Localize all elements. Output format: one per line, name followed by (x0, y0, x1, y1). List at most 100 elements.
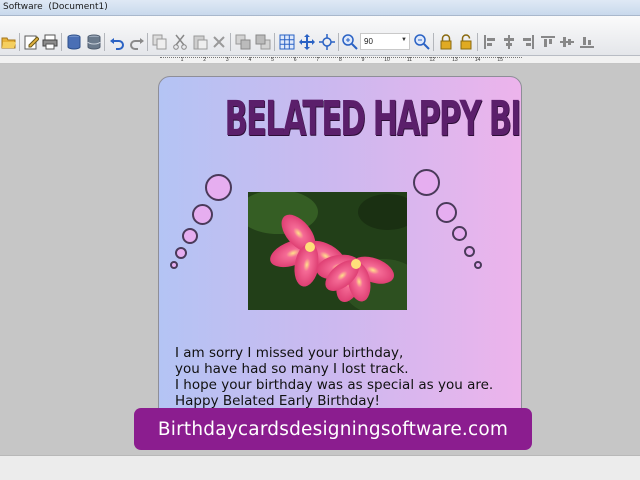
fit-button[interactable] (318, 33, 335, 50)
open-icon (1, 37, 16, 48)
align-right-icon (522, 34, 534, 49)
bring-front-button[interactable] (234, 33, 251, 50)
align-center-icon (503, 34, 514, 49)
message-line: I hope your birthday was as special as y… (175, 377, 494, 393)
align-center-button[interactable] (500, 33, 517, 50)
paste-button[interactable] (191, 33, 208, 50)
align-right-button[interactable] (519, 33, 536, 50)
horizontal-ruler: 1 2 3 4 5 6 7 8 9 10 11 12 13 14 15 (0, 56, 640, 64)
move-button[interactable] (298, 33, 315, 50)
flower-photo[interactable] (248, 192, 407, 310)
paste-icon (193, 35, 207, 49)
send-back-icon (255, 34, 270, 49)
ruler-number: 12 (429, 57, 436, 63)
ruler-number: 14 (474, 57, 481, 63)
align-top-icon (540, 35, 555, 47)
window-title-bar: Software (Document1) (0, 0, 640, 16)
zoom-out-button[interactable] (413, 33, 430, 50)
fit-icon (318, 33, 335, 50)
cut-icon (172, 34, 187, 50)
print-button[interactable] (41, 33, 58, 50)
message-line: you have had so many I lost track. (175, 361, 409, 377)
edit-button[interactable] (22, 33, 39, 50)
align-middle-button[interactable] (558, 33, 575, 50)
lock-button[interactable] (437, 33, 454, 50)
ruler-number: 8 (339, 57, 342, 63)
align-bottom-button[interactable] (578, 33, 595, 50)
flower-image (248, 192, 407, 310)
ruler-number: 5 (271, 57, 274, 63)
ruler-number: 15 (497, 57, 503, 63)
copy-button[interactable] (151, 33, 168, 50)
ruler-number: 11 (406, 57, 413, 63)
undo-icon (109, 37, 124, 50)
toolbar-separator (104, 33, 105, 51)
ruler-number: 6 (293, 57, 297, 63)
database-stack-icon (87, 34, 100, 50)
website-banner: Birthdaycardsdesigningsoftware.com (134, 408, 532, 450)
card-headline[interactable]: BELATED HAPPY BIRTHDAY (225, 91, 521, 147)
ruler-number: 2 (203, 57, 207, 63)
toolbar-separator (147, 33, 148, 51)
redo-button[interactable] (128, 33, 145, 50)
align-bottom-icon (579, 36, 594, 48)
align-left-button[interactable] (481, 33, 498, 50)
open-button[interactable] (0, 33, 17, 50)
delete-button[interactable] (210, 33, 227, 50)
grid-icon (279, 34, 294, 49)
unlock-button[interactable] (457, 33, 474, 50)
chevron-down-icon: ▼ (401, 37, 407, 43)
zoom-out-icon (413, 33, 430, 50)
toolbar-separator (274, 33, 275, 51)
decorative-bubble (182, 228, 198, 244)
align-left-icon (483, 34, 495, 49)
unlock-icon (460, 33, 471, 49)
cut-button[interactable] (171, 33, 188, 50)
decorative-bubble (175, 247, 187, 259)
message-line: Happy Belated Early Birthday! (175, 393, 380, 409)
database-icon (67, 34, 80, 50)
card-message[interactable]: I am sorry I missed your birthday, you h… (175, 345, 493, 409)
ruler-number: 4 (248, 57, 252, 63)
decorative-bubble (464, 246, 475, 257)
edit-icon (24, 35, 39, 49)
align-middle-icon (559, 36, 574, 47)
toolbar-separator (61, 33, 62, 51)
lock-icon (440, 33, 451, 49)
zoom-in-icon (341, 33, 358, 50)
decorative-bubble (170, 261, 178, 269)
delete-icon (212, 35, 225, 48)
decorative-bubble (205, 174, 232, 201)
ruler-number: 7 (316, 57, 320, 63)
undo-button[interactable] (108, 33, 125, 50)
decorative-bubble (452, 226, 467, 241)
print-icon (42, 34, 57, 49)
status-bar (0, 455, 640, 480)
decorative-bubble (413, 169, 440, 196)
move-icon (298, 33, 315, 50)
database-button[interactable] (65, 33, 82, 50)
main-toolbar: 90 ▼ (0, 16, 640, 56)
zoom-value: 90 (364, 37, 373, 46)
birthday-card[interactable]: BELATED HAPPY BIRTHDAY (158, 76, 522, 420)
bring-front-icon (235, 34, 250, 49)
align-top-button[interactable] (539, 33, 556, 50)
grid-button[interactable] (278, 33, 295, 50)
decorative-bubble (192, 204, 213, 225)
decorative-bubble (474, 261, 482, 269)
ruler-number: 9 (361, 57, 365, 63)
toolbar-separator (19, 33, 20, 51)
toolbar-separator (477, 33, 478, 51)
redo-icon (129, 37, 144, 50)
toolbar-separator (338, 33, 339, 51)
decorative-bubble (436, 202, 457, 223)
zoom-in-button[interactable] (341, 33, 358, 50)
ruler-number: 10 (384, 57, 390, 63)
ruler-number: 13 (452, 57, 458, 63)
database-stack-button[interactable] (85, 33, 102, 50)
toolbar-separator (433, 33, 434, 51)
zoom-select[interactable]: 90 ▼ (360, 33, 410, 50)
ruler-number: 3 (225, 57, 229, 63)
send-back-button[interactable] (254, 33, 271, 50)
copy-icon (152, 34, 166, 49)
